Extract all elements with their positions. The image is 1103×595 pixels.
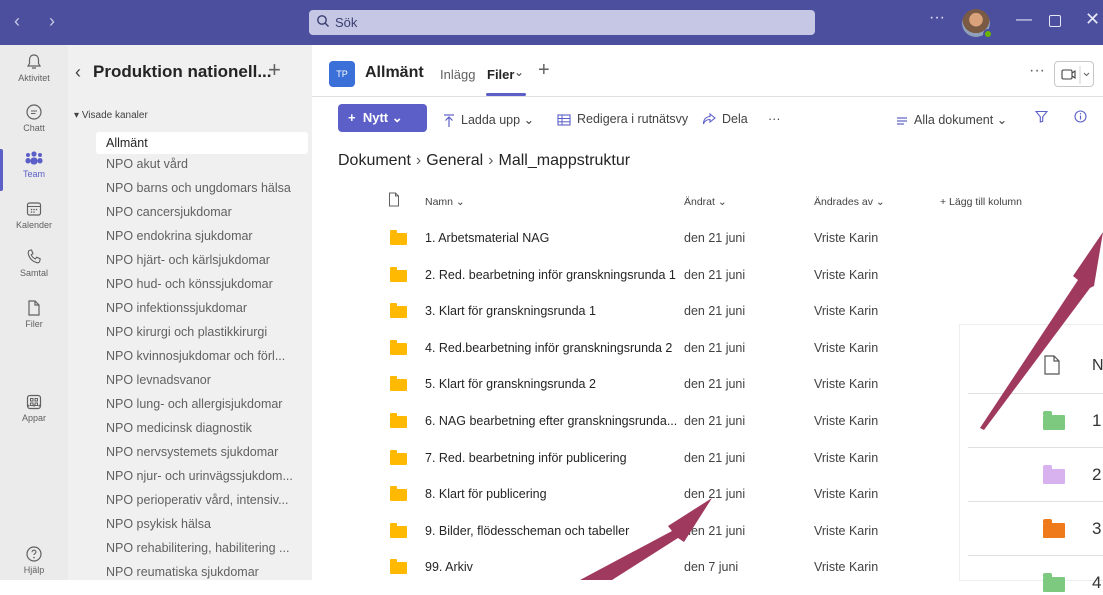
annotation-arrows [580,232,1103,580]
annotation-arrow-lower [580,498,712,580]
annotation-arrow-upper [980,232,1103,430]
